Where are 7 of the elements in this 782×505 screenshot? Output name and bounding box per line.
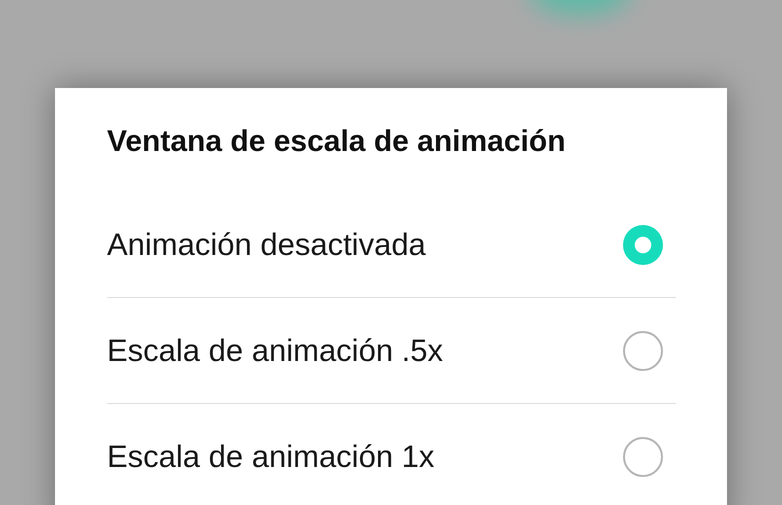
dialog-title: Ventana de escala de animación: [107, 124, 566, 160]
radio-button[interactable]: [623, 436, 663, 476]
option-label[interactable]: Animación desactivada: [107, 226, 426, 262]
radio-button[interactable]: [623, 330, 663, 370]
option-label[interactable]: Escala de animación 1x: [107, 438, 434, 474]
option-label[interactable]: Escala de animación .5x: [107, 332, 444, 368]
radio-button[interactable]: [623, 224, 663, 264]
